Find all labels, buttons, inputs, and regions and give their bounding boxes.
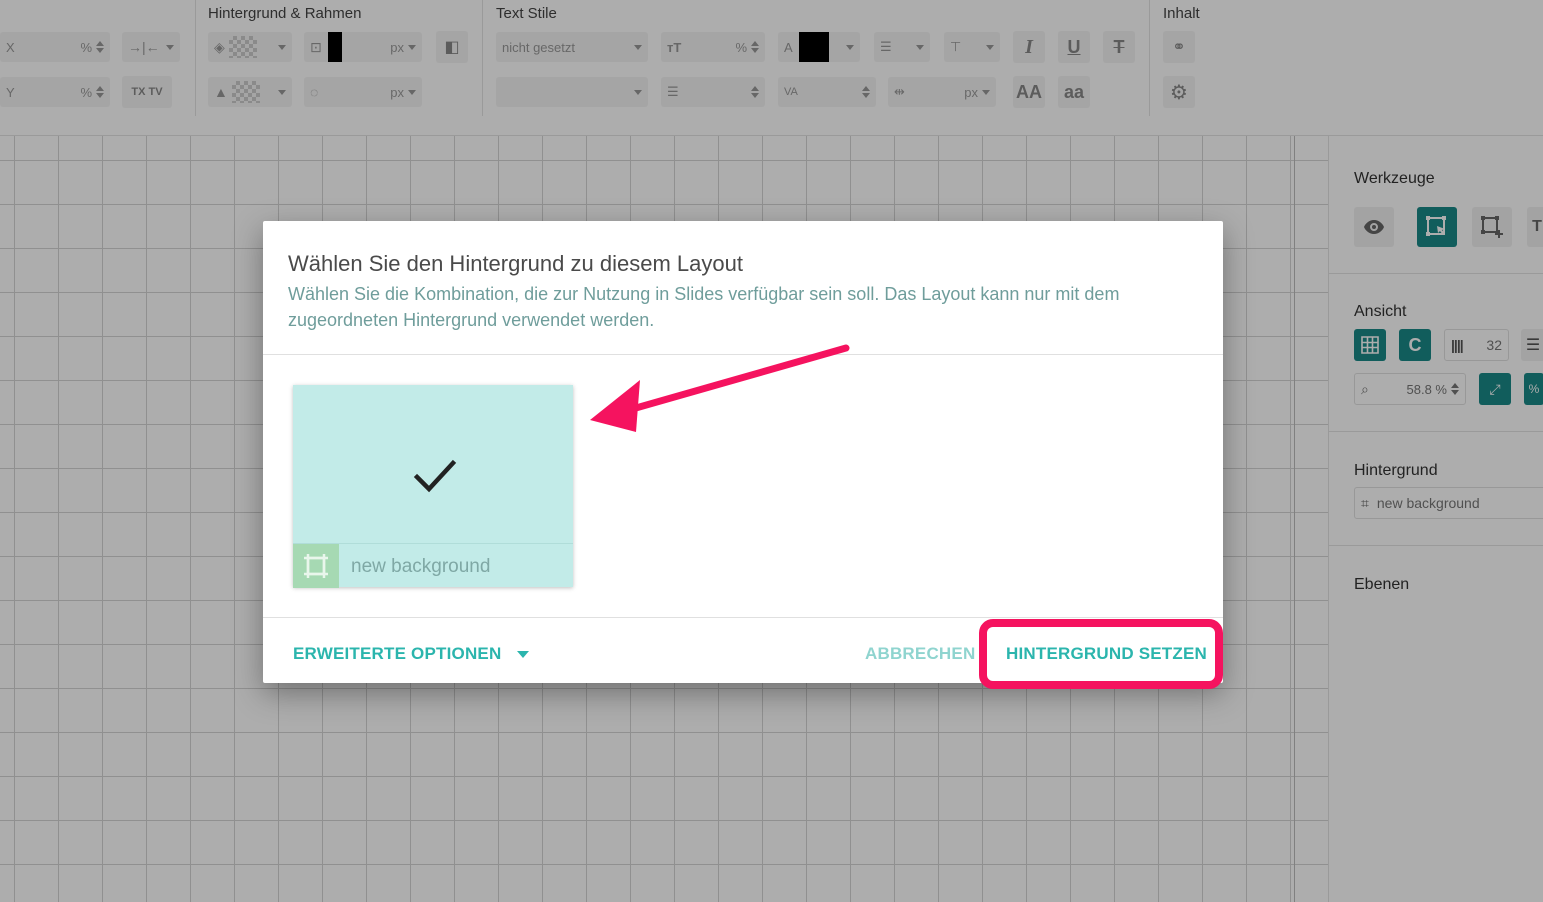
advanced-options-button[interactable]: ERWEITERTE OPTIONEN bbox=[293, 644, 530, 664]
advanced-options-label: ERWEITERTE OPTIONEN bbox=[293, 644, 502, 663]
background-select-dialog: Wählen Sie den Hintergrund zu diesem Lay… bbox=[263, 221, 1223, 683]
cancel-button[interactable]: ABBRECHEN bbox=[865, 644, 975, 664]
background-frame-icon bbox=[293, 544, 339, 588]
background-option-card[interactable]: new background bbox=[293, 385, 573, 588]
check-icon bbox=[413, 459, 457, 493]
caret-down-icon bbox=[517, 650, 530, 658]
dialog-divider-top bbox=[263, 354, 1223, 355]
background-option-label: new background bbox=[351, 556, 491, 577]
annotation-highlight-box bbox=[979, 619, 1223, 689]
dialog-divider-bottom bbox=[263, 617, 1223, 618]
card-footer: new background bbox=[293, 543, 573, 588]
dialog-subtitle: Wählen Sie die Kombination, die zur Nutz… bbox=[288, 284, 1120, 330]
dialog-title: Wählen Sie den Hintergrund zu diesem Lay… bbox=[288, 251, 743, 276]
